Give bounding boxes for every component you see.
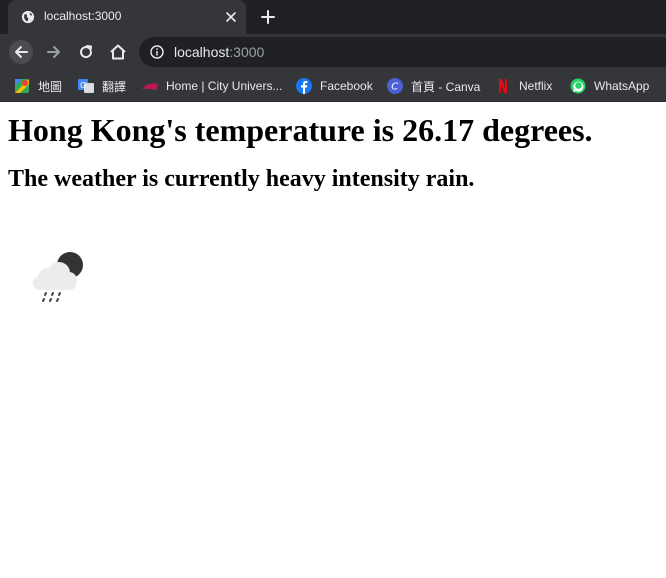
bookmark-whatsapp[interactable]: WhatsApp [570,77,649,95]
temperature-heading: Hong Kong's temperature is 26.17 degrees… [8,112,593,148]
home-icon [110,44,126,60]
weather-description: The weather is currently heavy intensity… [8,166,475,192]
page-content: Hong Kong's temperature is 26.17 degrees… [0,112,666,302]
bookmark-netflix[interactable]: Netflix [495,77,552,95]
bookmark-label: Home | City Univers... [166,79,283,93]
bookmark-label: 首頁 - Canva [411,79,481,94]
back-button[interactable] [9,40,33,64]
bookmark-maps[interactable]: 地圖 [14,77,62,95]
globe-icon [21,10,35,24]
tab-title: localhost:3000 [44,9,122,23]
netflix-icon [499,79,507,93]
cityu-icon [142,83,158,90]
whatsapp-icon [570,78,586,94]
forward-button[interactable] [42,40,66,64]
bookmark-label: WhatsApp [594,79,650,93]
new-tab-icon[interactable] [260,9,276,25]
address-bar[interactable]: localhost:3000 [139,37,666,67]
url-port: :3000 [229,44,265,60]
url-host: localhost [174,44,230,60]
bookmark-canva[interactable]: C 首頁 - Canva [387,77,480,95]
facebook-icon [296,78,312,94]
bookmark-label: 地圖 [38,79,63,94]
reload-icon [80,45,93,59]
close-icon[interactable] [224,10,238,24]
svg-text:C: C [391,82,398,93]
address-url: localhost:3000 [174,44,264,60]
home-button[interactable] [106,40,130,64]
browser-tab[interactable]: localhost:3000 [8,0,246,34]
browser-toolbar: localhost:3000 [0,34,666,70]
bookmark-facebook[interactable]: Facebook [296,77,373,95]
reload-button[interactable] [74,40,98,64]
bookmark-translate[interactable]: G 翻譯 [78,77,126,95]
bookmark-cityu[interactable]: Home | City Univers... [142,77,282,95]
bookmark-label: 翻譯 [102,79,127,94]
canva-icon: C [387,78,403,94]
arrow-left-icon [15,46,28,58]
bookmark-label: Facebook [320,79,373,93]
svg-text:G: G [80,81,86,90]
arrow-right-icon [47,46,60,58]
translate-icon: G [78,79,94,93]
maps-icon [15,79,29,93]
tab-strip: localhost:3000 [0,0,666,34]
info-icon[interactable] [150,45,164,59]
rain-cloud-moon-icon [33,252,83,302]
bookmarks-bar: 地圖 G 翻譯 Home | City Univers... Facebook … [0,70,666,102]
bookmark-label: Netflix [519,79,553,93]
